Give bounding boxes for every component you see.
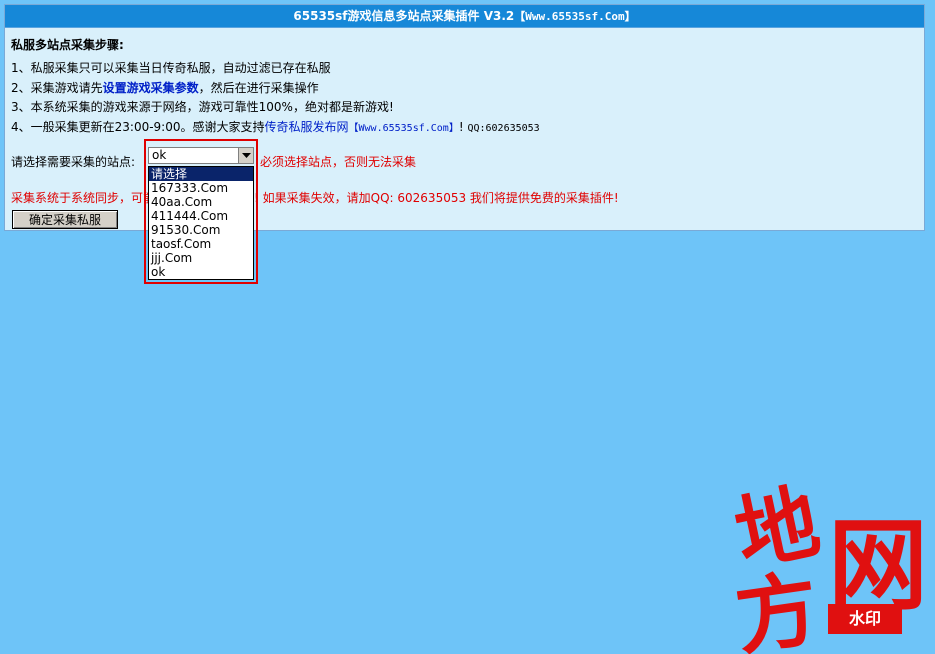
option-item[interactable]: ok [149,265,253,279]
site-select-label: 请选择需要采集的站点: [11,155,136,169]
sync-warning-start: 采集系统于系统同步，可能 [11,191,156,205]
plugin-panel: 65535sf游戏信息多站点采集插件 V3.2【Www.65535sf.Com】… [4,4,925,231]
site-select[interactable]: ok [148,147,254,164]
publish-site-url: 【Www.65535sf.Com】 [348,122,459,134]
option-item[interactable]: taosf.Com [149,237,253,251]
option-item[interactable]: jjj.Com [149,251,253,265]
steps-section: 私服多站点采集步骤: 1、私服采集只可以采集当日传奇私服，自动过滤已存在私服 2… [5,28,924,138]
panel-title: 65535sf游戏信息多站点采集插件 V3.2 [293,9,515,23]
option-item[interactable]: 411444.Com [149,209,253,223]
site-select-value: ok [152,148,167,162]
watermark-char-2: 方 [729,560,825,654]
publish-site-link[interactable]: 传奇私服发布网 [265,120,349,134]
sync-warning: 采集系统于系统同步，可能 限制! 如果采集失效，请加QQ: 602635053 我… [11,189,619,206]
qq-number: QQ:602635053 [467,122,540,134]
required-note: 必须选择站点，否则无法采集 [260,155,417,169]
option-item[interactable]: 40aa.Com [149,195,253,209]
panel-header: 65535sf游戏信息多站点采集插件 V3.2【Www.65535sf.Com】 [5,5,924,28]
option-item[interactable]: 167333.Com [149,181,253,195]
panel-title-url: 【Www.65535sf.Com】 [514,10,636,23]
option-item[interactable]: 请选择 [149,167,253,181]
step-2: 2、采集游戏请先设置游戏采集参数，然后在进行采集操作 [11,79,924,99]
sync-warning-end: 限制! 如果采集失效，请加QQ: 602635053 我们将提供免费的采集插件! [230,191,619,205]
option-item[interactable]: 91530.Com [149,223,253,237]
step-2-prefix: 2、采集游戏请先 [11,80,103,95]
step-2-suffix: ，然后在进行采集操作 [198,80,319,95]
step-3: 3、本系统采集的游戏来源于网络，游戏可靠性100%，绝对都是新游戏! [11,100,394,114]
watermark-badge: 水印 [828,604,902,634]
steps-heading: 私服多站点采集步骤: [11,38,124,52]
chevron-down-icon[interactable] [238,148,253,163]
site-options-list: 请选择 167333.Com 40aa.Com 411444.Com 91530… [148,166,254,280]
step-4: 4、一般采集更新在23:00-9:00。感谢大家支持传奇私服发布网【Www.65… [11,118,924,139]
step-1: 1、私服采集只可以采集当日传奇私服，自动过滤已存在私服 [11,61,331,75]
step-4-prefix: 4、一般采集更新在23:00-9:00。感谢大家支持 [11,119,265,134]
confirm-collect-button[interactable]: 确定采集私服 [12,210,118,229]
set-params-link[interactable]: 设置游戏采集参数 [103,81,199,95]
